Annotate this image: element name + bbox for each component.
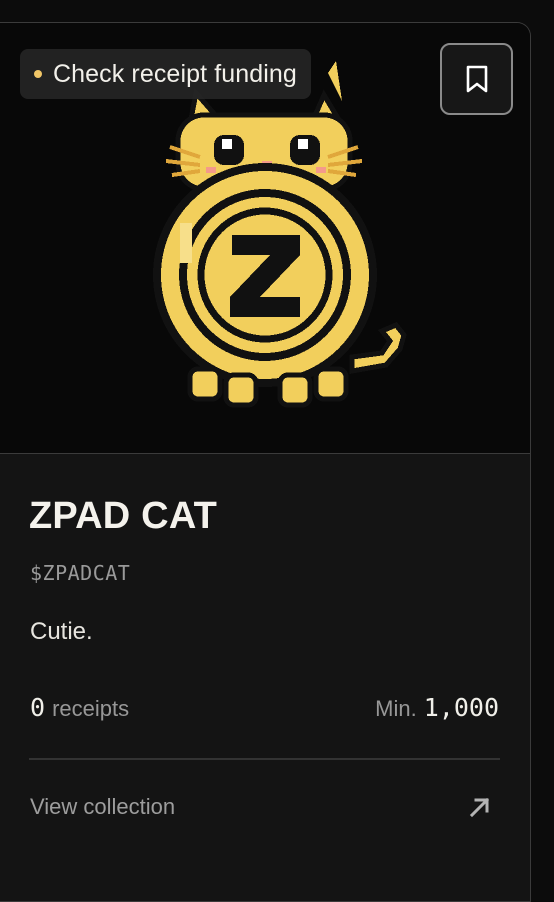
bookmark-button[interactable] [440,43,513,115]
receipts-count: 0 receipts [30,693,129,722]
min-label: Min. [375,696,417,721]
zpad-cat-artwork [153,61,407,408]
minimum-amount: Min. 1,000 [375,693,499,722]
status-badge: Check receipt funding [20,49,311,99]
view-collection-link[interactable]: View collection [30,794,175,820]
receipts-number: 0 [30,693,46,722]
collection-ticker: $ZPADCAT [30,561,131,585]
bookmark-icon [466,65,487,93]
status-dot-icon [34,70,42,78]
min-value: 1,000 [423,693,499,722]
collection-description: Cutie. [30,618,93,645]
arrow-up-right-icon[interactable] [468,795,492,819]
collection-card[interactable]: Check receipt funding ZPAD CAT $ZPADCAT … [0,22,531,902]
divider [29,758,500,760]
collection-image[interactable]: Check receipt funding [0,23,530,454]
status-label: Check receipt funding [53,59,297,88]
collection-title: ZPAD CAT [29,495,218,537]
receipts-label: receipts [52,696,130,721]
